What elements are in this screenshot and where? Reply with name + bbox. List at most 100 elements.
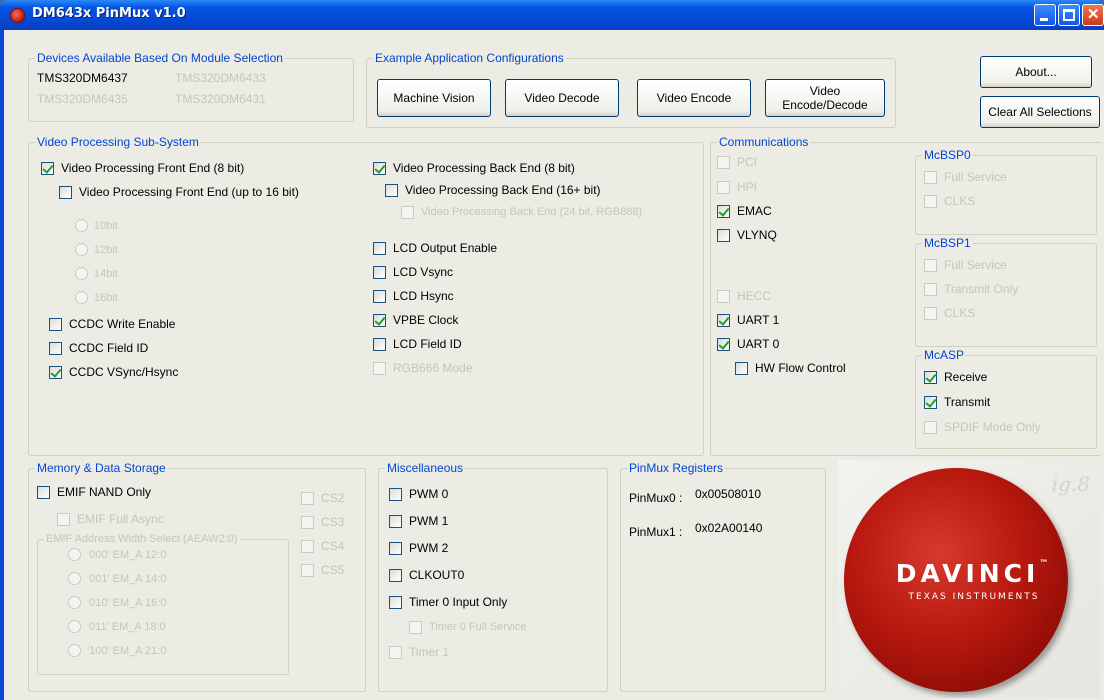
vpbe-clock-checkbox[interactable]: VPBE Clock bbox=[373, 313, 458, 327]
memory-group: Memory & Data Storage EMIF NAND Only EMI… bbox=[28, 461, 366, 692]
mcasp-title: McASP bbox=[922, 348, 967, 362]
device-item: TMS320DM6435 bbox=[37, 92, 128, 106]
logo-background-script: ig.8 bbox=[1051, 472, 1090, 496]
back-end-8-checkbox[interactable]: Video Processing Back End (8 bit) bbox=[373, 161, 575, 175]
clear-all-button[interactable]: Clear All Selections bbox=[980, 96, 1100, 128]
aeaw-option[interactable]: '011' EM_A 18:0 bbox=[68, 620, 166, 633]
logo-company: TEXAS INSTRUMENTS bbox=[908, 592, 1040, 602]
mcbsp0-clks-checkbox[interactable]: CLKS bbox=[924, 194, 975, 208]
app-window: DM643x PinMux v1.0 ✕ Devices Available B… bbox=[0, 0, 1104, 700]
vpss-title: Video Processing Sub-System bbox=[35, 135, 201, 149]
video-encode-button[interactable]: Video Encode bbox=[637, 79, 751, 117]
cs4-checkbox[interactable]: CS4 bbox=[301, 539, 344, 553]
examples-group: Example Application Configurations Machi… bbox=[366, 51, 896, 128]
minimize-button[interactable] bbox=[1034, 4, 1056, 26]
logo-wordmark: DAVINCI™ bbox=[895, 559, 1053, 588]
uart1-checkbox[interactable]: UART 1 bbox=[717, 313, 779, 327]
cs3-checkbox[interactable]: CS3 bbox=[301, 515, 344, 529]
aeaw-title: EMIF Address Width Select (AEAW2:0) bbox=[44, 532, 240, 546]
back-end-16-checkbox[interactable]: Video Processing Back End (16+ bit) bbox=[385, 183, 601, 197]
pinmux1-label: PinMux1 : bbox=[629, 525, 683, 539]
pinmux1-value: 0x02A00140 bbox=[695, 521, 763, 535]
pinmux-group: PinMux Registers PinMux0 : 0x00508010 Pi… bbox=[620, 461, 826, 692]
timer0-input-only-checkbox[interactable]: Timer 0 Input Only bbox=[389, 595, 507, 609]
aeaw-option[interactable]: '001' EM_A 14:0 bbox=[68, 572, 166, 585]
client-area: Devices Available Based On Module Select… bbox=[4, 30, 1104, 700]
video-encode-decode-button[interactable]: Video Encode/Decode bbox=[765, 79, 885, 117]
lcd-hsync-checkbox[interactable]: LCD Hsync bbox=[373, 289, 454, 303]
ccdc-vsync-hsync-checkbox[interactable]: CCDC VSync/Hsync bbox=[49, 365, 178, 379]
radio-14bit[interactable]: 14bit bbox=[75, 267, 118, 280]
pwm1-checkbox[interactable]: PWM 1 bbox=[389, 514, 448, 528]
timer0-full-service-checkbox[interactable]: Timer 0 Full Service bbox=[409, 620, 526, 634]
aeaw-option[interactable]: '000' EM_A 12:0 bbox=[68, 548, 166, 561]
hecc-checkbox[interactable]: HECC bbox=[717, 289, 771, 303]
close-icon: ✕ bbox=[1087, 6, 1100, 23]
timer1-checkbox[interactable]: Timer 1 bbox=[389, 645, 449, 659]
mcasp-transmit-checkbox[interactable]: Transmit bbox=[924, 395, 990, 409]
mcbsp1-transmit-only-checkbox[interactable]: Transmit Only bbox=[924, 282, 1018, 296]
window-title: DM643x PinMux v1.0 bbox=[32, 6, 186, 21]
spdif-mode-checkbox[interactable]: SPDIF Mode Only bbox=[924, 420, 1041, 434]
mcbsp0-group: McBSP0 Full Service CLKS bbox=[915, 148, 1097, 235]
back-end-24-checkbox[interactable]: Video Processing Back End (24 bit, RGB88… bbox=[401, 205, 642, 219]
devices-title: Devices Available Based On Module Select… bbox=[35, 51, 285, 65]
memory-title: Memory & Data Storage bbox=[35, 461, 168, 475]
radio-12bit[interactable]: 12bit bbox=[75, 243, 118, 256]
button-label-line1: Video bbox=[809, 84, 841, 98]
communications-group: Communications PCI HPI EMAC VLYNQ HECC U… bbox=[710, 135, 1102, 456]
mcbsp1-title: McBSP1 bbox=[922, 236, 973, 250]
mcbsp0-full-service-checkbox[interactable]: Full Service bbox=[924, 170, 1007, 184]
pwm2-checkbox[interactable]: PWM 2 bbox=[389, 541, 448, 555]
front-end-16-checkbox[interactable]: Video Processing Front End (up to 16 bit… bbox=[59, 185, 299, 199]
vpss-group: Video Processing Sub-System Video Proces… bbox=[28, 135, 704, 456]
lcd-vsync-checkbox[interactable]: LCD Vsync bbox=[373, 265, 453, 279]
radio-10bit[interactable]: 10bit bbox=[75, 219, 118, 232]
lcd-field-id-checkbox[interactable]: LCD Field ID bbox=[373, 337, 462, 351]
hpi-checkbox[interactable]: HPI bbox=[717, 180, 757, 194]
emif-full-async-checkbox[interactable]: EMIF Full Async bbox=[57, 512, 164, 526]
pinmux0-label: PinMux0 : bbox=[629, 491, 683, 505]
emac-checkbox[interactable]: EMAC bbox=[717, 204, 772, 218]
lcd-output-enable-checkbox[interactable]: LCD Output Enable bbox=[373, 241, 497, 255]
pinmux0-value: 0x00508010 bbox=[695, 487, 762, 501]
emif-nand-only-checkbox[interactable]: EMIF NAND Only bbox=[37, 485, 151, 499]
button-label-line2: Encode/Decode bbox=[782, 98, 868, 112]
misc-title: Miscellaneous bbox=[385, 461, 466, 475]
minimize-icon bbox=[1040, 18, 1048, 21]
hw-flow-control-checkbox[interactable]: HW Flow Control bbox=[735, 361, 846, 375]
examples-title: Example Application Configurations bbox=[373, 51, 566, 65]
device-item: TMS320DM6433 bbox=[175, 71, 266, 85]
aeaw-option[interactable]: '100' EM_A 21:0 bbox=[68, 644, 166, 657]
vlynq-checkbox[interactable]: VLYNQ bbox=[717, 228, 777, 242]
cs5-checkbox[interactable]: CS5 bbox=[301, 563, 344, 577]
pci-checkbox[interactable]: PCI bbox=[717, 155, 757, 169]
mcbsp1-full-service-checkbox[interactable]: Full Service bbox=[924, 258, 1007, 272]
maximize-icon bbox=[1063, 9, 1075, 21]
devices-group: Devices Available Based On Module Select… bbox=[28, 51, 354, 122]
cs2-checkbox[interactable]: CS2 bbox=[301, 491, 344, 505]
pwm0-checkbox[interactable]: PWM 0 bbox=[389, 487, 448, 501]
app-icon bbox=[10, 8, 25, 23]
device-item: TMS320DM6437 bbox=[37, 71, 128, 85]
ccdc-field-id-checkbox[interactable]: CCDC Field ID bbox=[49, 341, 148, 355]
mcasp-receive-checkbox[interactable]: Receive bbox=[924, 370, 987, 384]
rgb666-mode-checkbox[interactable]: RGB666 Mode bbox=[373, 361, 472, 375]
device-item: TMS320DM6431 bbox=[175, 92, 266, 106]
close-button[interactable]: ✕ bbox=[1082, 4, 1104, 26]
aeaw-group: EMIF Address Width Select (AEAW2:0) '000… bbox=[37, 532, 289, 675]
radio-16bit[interactable]: 16bit bbox=[75, 291, 118, 304]
aeaw-option[interactable]: '010' EM_A 16:0 bbox=[68, 596, 166, 609]
ccdc-write-enable-checkbox[interactable]: CCDC Write Enable bbox=[49, 317, 175, 331]
uart0-checkbox[interactable]: UART 0 bbox=[717, 337, 779, 351]
video-decode-button[interactable]: Video Decode bbox=[505, 79, 619, 117]
davinci-logo: ig.8 DAVINCI™ TEXAS INSTRUMENTS bbox=[838, 460, 1100, 698]
maximize-button[interactable] bbox=[1058, 4, 1080, 26]
about-button[interactable]: About... bbox=[980, 56, 1092, 88]
mcbsp0-title: McBSP0 bbox=[922, 148, 973, 162]
clkout0-checkbox[interactable]: CLKOUT0 bbox=[389, 568, 464, 582]
machine-vision-button[interactable]: Machine Vision bbox=[377, 79, 491, 117]
front-end-8-checkbox[interactable]: Video Processing Front End (8 bit) bbox=[41, 161, 244, 175]
title-bar[interactable]: DM643x PinMux v1.0 ✕ bbox=[0, 0, 1104, 30]
mcbsp1-clks-checkbox[interactable]: CLKS bbox=[924, 306, 975, 320]
